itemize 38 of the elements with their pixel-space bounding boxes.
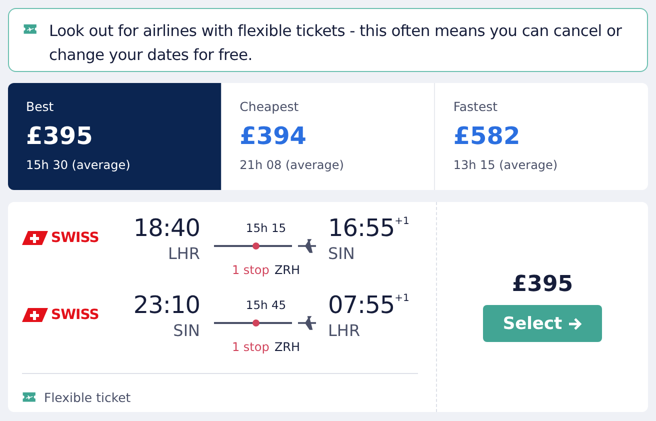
stopover-airport: ZRH xyxy=(274,263,300,277)
day-offset: +1 xyxy=(394,293,410,304)
airline-logo-icon xyxy=(22,231,48,245)
tab-price: £395 xyxy=(26,122,94,150)
banner-text: Look out for airlines with flexible tickets - this often means you can cancel or change your dates for free. xyxy=(49,21,623,66)
tab-label: Cheapest xyxy=(240,99,300,114)
arrival-airport: SIN xyxy=(328,244,356,263)
tab-price: £582 xyxy=(453,122,522,150)
stopover-airport: ZRH xyxy=(274,340,300,354)
flight-duration: 15h 15 xyxy=(246,221,286,235)
flight-duration: 15h 45 xyxy=(246,298,286,312)
sort-tab[interactable]: Cheapest £394 21h 08 (average) xyxy=(220,83,434,190)
tab-label: Fastest xyxy=(453,99,499,114)
ticket-icon xyxy=(23,23,39,36)
tab-duration: 15h 30 (average) xyxy=(26,158,132,172)
arrival-time: 16:55 xyxy=(328,214,395,242)
departure-airport: LHR xyxy=(168,244,200,263)
tab-price: £394 xyxy=(240,122,308,150)
arrival-time: 07:55 xyxy=(328,291,395,319)
departure-airport: SIN xyxy=(173,321,200,340)
airline-name: SWISS xyxy=(51,307,99,323)
tab-label: Best xyxy=(26,99,55,114)
airline-name: SWISS xyxy=(51,230,99,246)
stops-count: 1 stop xyxy=(232,263,270,277)
price: £395 xyxy=(512,272,574,297)
ticket-icon xyxy=(22,391,38,404)
departure-time: 23:10 xyxy=(133,291,200,319)
arrow-icon xyxy=(568,316,582,330)
stops-count: 1 stop xyxy=(232,340,270,354)
sort-tab[interactable]: Fastest £582 13h 15 (average) xyxy=(434,83,648,190)
day-offset: +1 xyxy=(394,216,410,227)
sort-tab[interactable]: Best £395 15h 30 (average) xyxy=(8,83,221,190)
airline-logo-icon xyxy=(22,308,48,322)
tab-duration: 21h 08 (average) xyxy=(240,158,345,172)
flexible-ticket-label: Flexible ticket xyxy=(44,390,131,405)
arrival-airport: LHR xyxy=(328,321,362,340)
tab-duration: 13h 15 (average) xyxy=(453,158,559,172)
departure-time: 18:40 xyxy=(133,214,200,242)
